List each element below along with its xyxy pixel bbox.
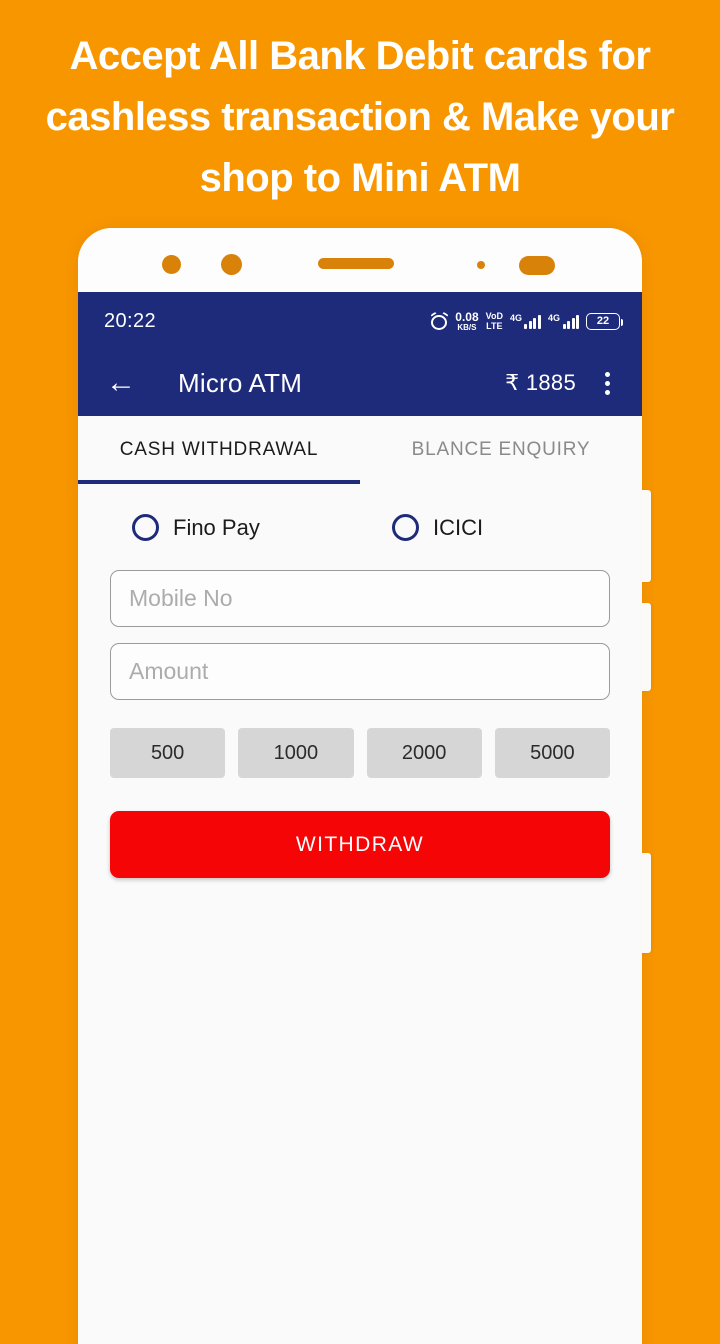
sensor-dot-icon [162,255,181,274]
radio-option-fino-pay[interactable]: Fino Pay [110,514,360,541]
promo-headline: Accept All Bank Debit cards for cashless… [45,34,675,200]
earpiece-speaker-icon [318,258,394,269]
balance-amount: ₹ 1885 [505,370,576,395]
quick-amount-1000[interactable]: 1000 [238,728,354,778]
quick-amount-500[interactable]: 500 [110,728,226,778]
sensor-dot-small-icon [477,261,485,269]
provider-radio-group: Fino Pay ICICI [110,514,610,541]
radio-circle-icon[interactable] [392,514,419,541]
back-arrow-icon[interactable]: ← [104,366,138,400]
tab-active-indicator [78,480,360,484]
power-button[interactable] [641,853,651,953]
page-title: Micro ATM [178,367,303,398]
status-bar-icons: 0.08 KB/S VoD LTE 4G 4G 22 [430,309,623,332]
phone-top-bezel [78,228,642,292]
status-bar: 20:22 0.08 KB/S VoD LTE 4G 4G 22 [78,292,642,350]
amount-input[interactable] [110,643,610,700]
quick-amount-chips: 500 1000 2000 5000 [110,728,610,778]
sensor-dot-icon [221,254,242,275]
radio-option-icici[interactable]: ICICI [360,514,610,541]
sim1-signal-icon: 4G [510,313,541,329]
volume-down-button[interactable] [641,603,651,691]
status-bar-clock: 20:22 [104,309,157,332]
phone-mockup: 20:22 0.08 KB/S VoD LTE 4G 4G 22 ← Micro… [78,228,651,1344]
radio-label-fino-pay: Fino Pay [173,514,260,540]
radio-circle-icon[interactable] [132,514,159,541]
withdraw-button[interactable]: WITHDRAW [110,811,610,878]
tab-blance-enquiry[interactable]: BLANCE ENQUIRY [360,416,642,484]
network-speed-indicator: 0.08 KB/S [455,309,479,332]
sim2-signal-icon: 4G [548,313,579,329]
battery-icon: 22 [586,312,623,330]
tab-bar: CASH WITHDRAWAL BLANCE ENQUIRY [78,416,642,484]
tab-cash-withdrawal[interactable]: CASH WITHDRAWAL [78,416,360,484]
volte-icon: VoD LTE [485,310,503,331]
app-bar: ← Micro ATM ₹ 1885 [78,350,642,416]
alarm-clock-icon [430,311,449,330]
mobile-number-input[interactable] [110,570,610,627]
cash-withdrawal-form: Fino Pay ICICI 500 1000 2000 5000 WITHDR… [78,484,642,1344]
front-camera-icon [519,256,555,275]
overflow-menu-icon[interactable] [592,366,622,400]
quick-amount-5000[interactable]: 5000 [494,728,610,778]
volume-up-button[interactable] [641,490,651,582]
quick-amount-2000[interactable]: 2000 [366,728,482,778]
radio-label-icici: ICICI [433,514,484,540]
